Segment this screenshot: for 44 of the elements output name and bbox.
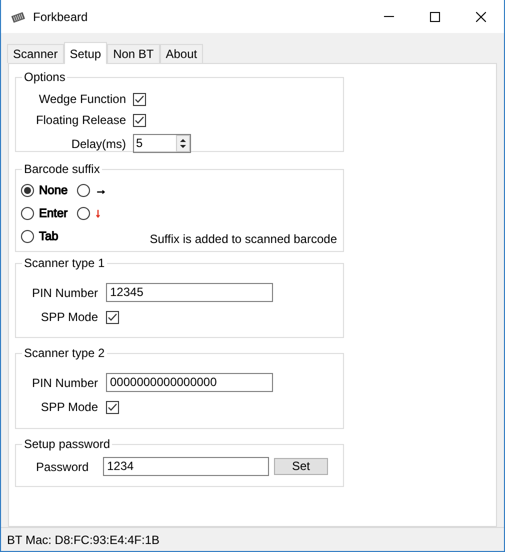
maximize-icon <box>430 12 440 22</box>
delay-spinner[interactable]: 5 <box>133 134 191 153</box>
checkbox[interactable] <box>106 400 119 414</box>
option-label: Floating Release <box>34 112 126 129</box>
option-label: Wedge Function <box>38 91 126 108</box>
status-bar: BT Mac: D8:FC:93:E4:4F:1B <box>1 527 504 551</box>
radio-label: Tab <box>39 228 58 245</box>
hint-text: Suffix is added to scanned barcode <box>150 231 337 248</box>
checkbox[interactable] <box>106 310 119 324</box>
radio-button[interactable] <box>21 206 34 220</box>
radio-button[interactable] <box>77 184 90 196</box>
checkbox[interactable] <box>133 92 146 106</box>
field-label: PIN Number <box>30 374 98 392</box>
field-label: SPP Mode <box>40 309 98 326</box>
group-title: Options <box>23 69 66 86</box>
password-field[interactable]: 1234 <box>103 457 269 476</box>
pin-field[interactable]: 12345 <box>106 283 273 302</box>
field-label: PIN Number <box>30 284 98 302</box>
radio-button[interactable] <box>77 206 90 220</box>
radio-button[interactable] <box>21 184 34 196</box>
radio-button[interactable] <box>21 230 34 242</box>
field-label: Password <box>36 458 90 476</box>
group-title: Barcode suffix <box>23 161 101 178</box>
delay-label: Delay(ms) <box>70 136 126 152</box>
group-title: Scanner type 1 <box>23 255 106 272</box>
tab[interactable]: Non BT <box>107 44 160 63</box>
radio-label: → <box>95 182 107 199</box>
radio-label: ↓ <box>95 205 101 222</box>
spin-arrows-icon[interactable] <box>176 135 190 152</box>
tab[interactable]: Setup <box>64 42 108 64</box>
group-title: Scanner type 2 <box>23 345 106 362</box>
tab[interactable]: About <box>160 44 204 63</box>
group-title: Setup password <box>23 436 112 453</box>
close-icon <box>476 12 486 22</box>
radio-label: None <box>39 182 68 199</box>
set-button[interactable]: Set <box>274 458 328 475</box>
radio-label: Enter <box>39 205 68 222</box>
pin-field[interactable]: 0000000000000000 <box>106 373 273 392</box>
field-label: SPP Mode <box>40 399 98 416</box>
app-icon <box>11 10 25 22</box>
window-title: Forkbeard <box>33 8 88 26</box>
tab[interactable]: Scanner <box>7 44 64 63</box>
checkbox[interactable] <box>133 114 146 126</box>
minimize-icon <box>384 16 394 17</box>
